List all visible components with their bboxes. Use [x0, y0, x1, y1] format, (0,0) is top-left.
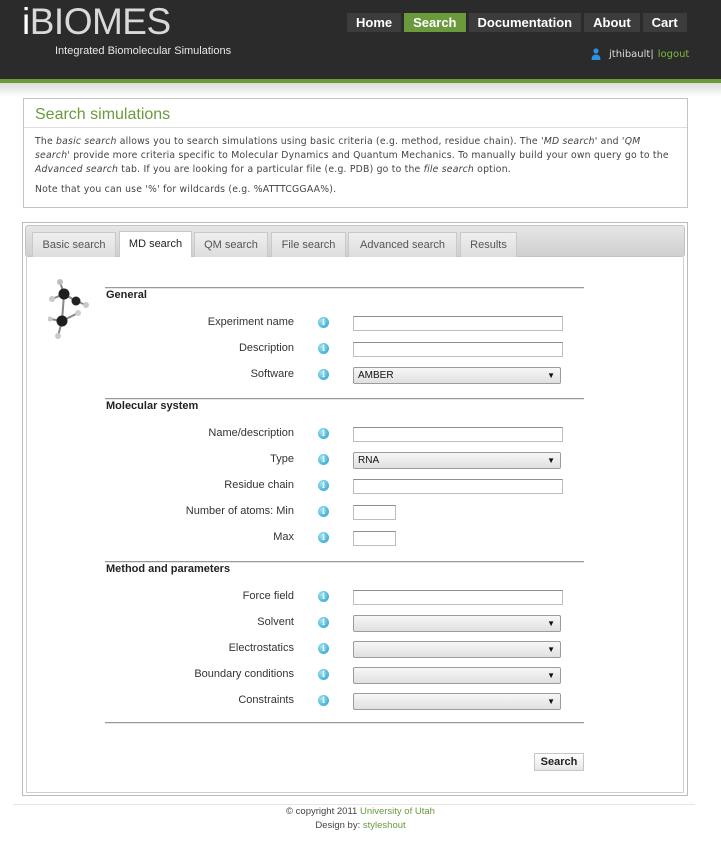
force-field-input[interactable]: [353, 590, 563, 605]
experiment-name-input[interactable]: [353, 316, 563, 331]
residue-chain-input[interactable]: [353, 479, 563, 494]
section-molecular-title: Molecular system: [106, 400, 199, 412]
section-divider: [105, 287, 584, 288]
section-divider: [105, 561, 584, 562]
chevron-down-icon: ▼: [547, 645, 555, 654]
intro-divider: [24, 127, 687, 128]
software-select[interactable]: AMBER ▼: [353, 367, 561, 384]
footer-design: Design by: styleshout: [315, 820, 406, 831]
chevron-down-icon: ▼: [547, 456, 555, 465]
tab-md-search[interactable]: MD search: [119, 231, 192, 259]
tab-file-search[interactable]: File search: [271, 232, 346, 258]
info-icon[interactable]: i: [318, 480, 329, 491]
site-header: iBIOMES Integrated Biomolecular Simulati…: [0, 0, 721, 79]
section-divider: [105, 398, 584, 399]
site-tagline: Integrated Biomolecular Simulations: [55, 45, 232, 57]
solvent-select[interactable]: ▼: [353, 615, 561, 632]
tab-qm-search[interactable]: QM search: [194, 232, 268, 258]
name-description-label: Name/description: [208, 427, 294, 439]
atoms-max-label: Max: [273, 531, 294, 543]
chevron-down-icon: ▼: [547, 671, 555, 680]
info-icon[interactable]: i: [318, 317, 329, 328]
tab-advanced-search[interactable]: Advanced search: [348, 232, 457, 258]
search-button[interactable]: Search: [534, 753, 584, 771]
software-label: Software: [250, 368, 294, 380]
nav-cart[interactable]: Cart: [642, 13, 687, 32]
boundary-conditions-select[interactable]: ▼: [353, 667, 561, 684]
electrostatics-label: Electrostatics: [228, 642, 294, 654]
name-description-input[interactable]: [353, 427, 563, 442]
info-icon[interactable]: i: [318, 643, 329, 654]
intro-title: Search simulations: [35, 106, 171, 123]
electrostatics-select[interactable]: ▼: [353, 641, 561, 658]
boundary-conditions-label: Boundary conditions: [194, 668, 294, 680]
chevron-down-icon: ▼: [547, 371, 555, 380]
logout-link[interactable]: logout: [658, 49, 690, 60]
username[interactable]: jthibault: [609, 49, 650, 60]
form-end-divider: [105, 722, 584, 723]
info-icon[interactable]: i: [318, 669, 329, 680]
constraints-label: Constraints: [238, 694, 294, 706]
experiment-name-label: Experiment name: [207, 316, 294, 328]
force-field-label: Force field: [242, 590, 294, 602]
footer-divider: [13, 804, 695, 805]
info-icon[interactable]: i: [318, 617, 329, 628]
info-icon[interactable]: i: [318, 695, 329, 706]
tab-content: [26, 257, 684, 793]
wildcard-note: Note that you can use '%' for wildcards …: [35, 184, 337, 195]
section-general-title: General: [106, 289, 147, 301]
info-icon[interactable]: i: [318, 369, 329, 380]
atoms-min-input[interactable]: [353, 505, 396, 520]
university-link[interactable]: University of Utah: [360, 806, 435, 817]
info-icon[interactable]: i: [318, 343, 329, 354]
atoms-max-input[interactable]: [353, 531, 396, 546]
info-icon[interactable]: i: [318, 454, 329, 465]
user-separator: |: [650, 48, 654, 60]
nav-home[interactable]: Home: [347, 13, 402, 32]
info-icon[interactable]: i: [318, 532, 329, 543]
description-input[interactable]: [353, 342, 563, 357]
type-select[interactable]: RNA ▼: [353, 452, 561, 469]
residue-chain-label: Residue chain: [224, 479, 294, 491]
tab-basic-search[interactable]: Basic search: [32, 232, 116, 258]
solvent-label: Solvent: [257, 616, 294, 628]
type-label: Type: [270, 453, 294, 465]
main-nav: Home Search Documentation About Cart: [347, 13, 687, 32]
molecule-image: [48, 279, 89, 339]
chevron-down-icon: ▼: [547, 619, 555, 628]
nav-about[interactable]: About: [584, 13, 640, 32]
info-icon[interactable]: i: [318, 591, 329, 602]
intro-box: Search simulations The basic search allo…: [23, 98, 688, 208]
chevron-down-icon: ▼: [547, 697, 555, 706]
intro-text: The basic search allows you to search si…: [35, 136, 669, 175]
header-shadow: [0, 83, 721, 97]
info-icon[interactable]: i: [318, 428, 329, 439]
nav-search[interactable]: Search: [404, 13, 466, 32]
user-icon: [591, 48, 601, 60]
designer-link[interactable]: styleshout: [363, 820, 406, 831]
nav-documentation[interactable]: Documentation: [468, 13, 582, 32]
footer-copyright: © copyright 2011 University of Utah: [286, 806, 435, 817]
atoms-min-label: Number of atoms: Min: [185, 505, 294, 517]
tab-bar: Basic search MD search QM search File se…: [25, 225, 685, 259]
info-icon[interactable]: i: [318, 506, 329, 517]
section-method-title: Method and parameters: [106, 563, 231, 575]
user-bar: jthibault | logout: [591, 48, 689, 60]
site-logo[interactable]: iBIOMES: [22, 1, 171, 43]
tab-results[interactable]: Results: [460, 232, 517, 258]
description-label: Description: [238, 342, 294, 354]
constraints-select[interactable]: ▼: [353, 693, 561, 710]
